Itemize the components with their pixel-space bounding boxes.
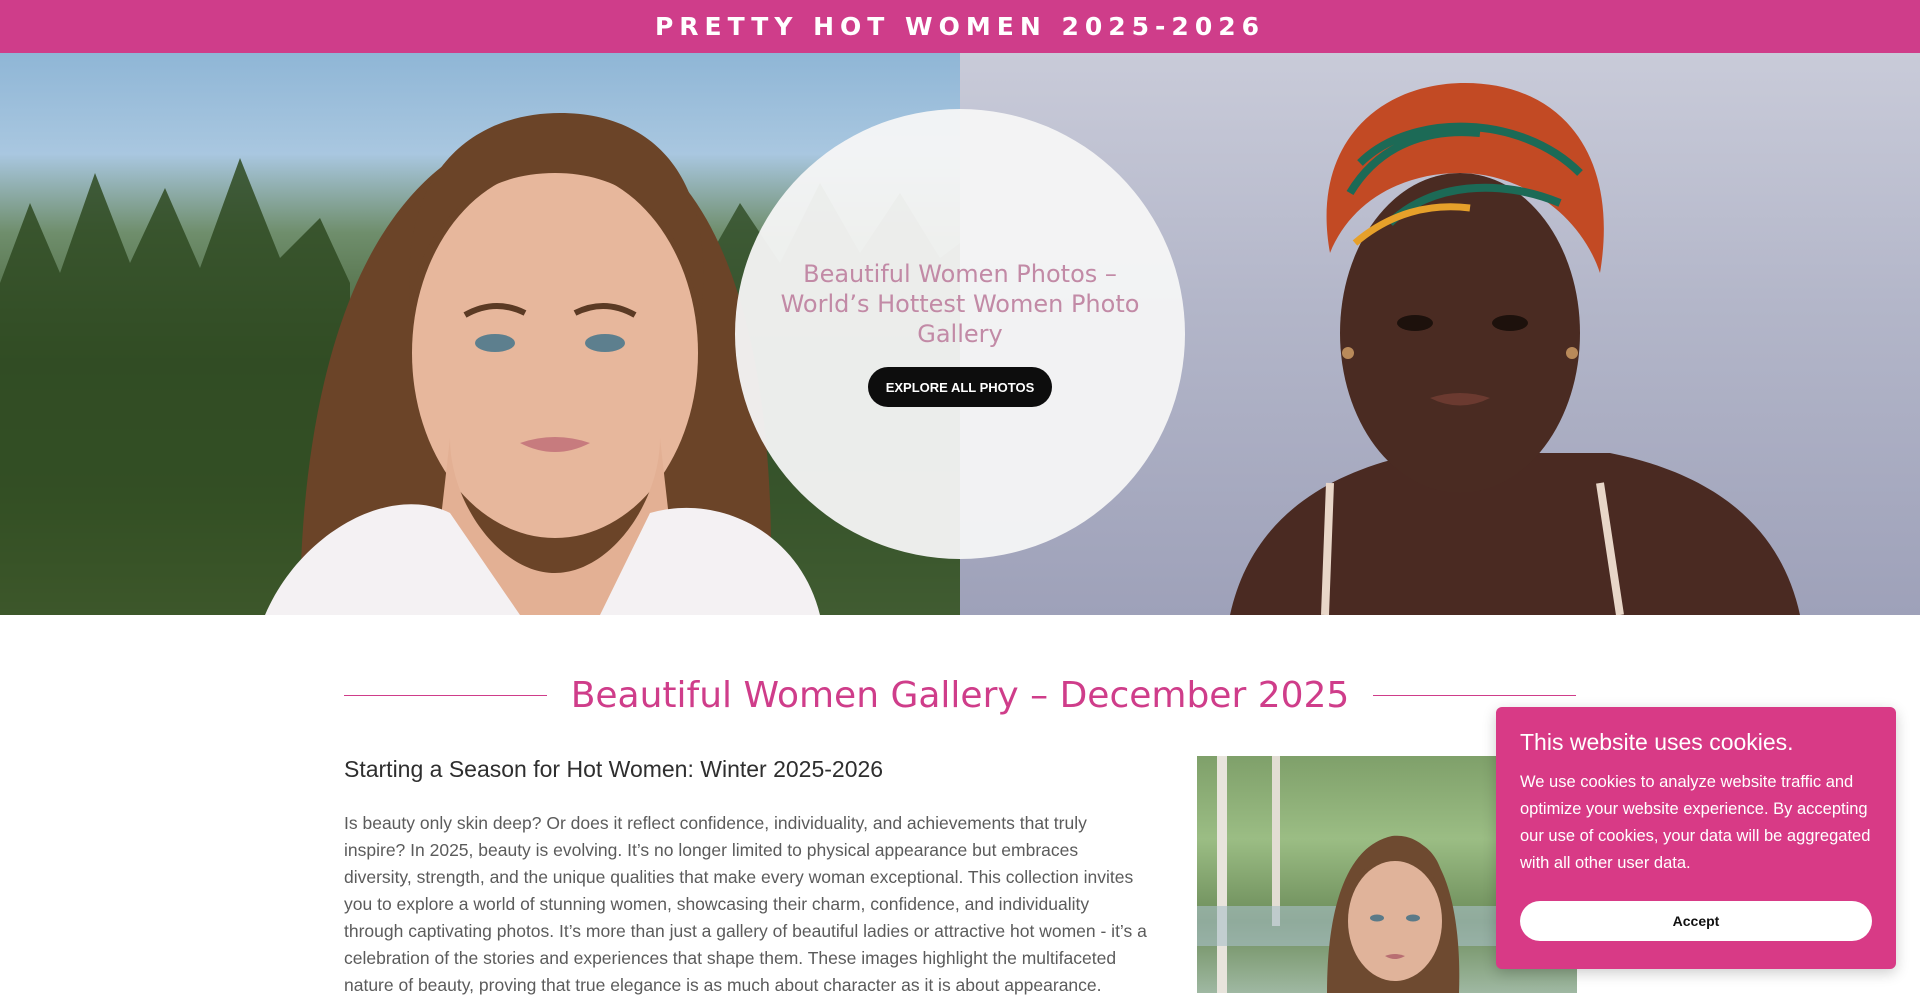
site-title[interactable]: PRETTY HOT WOMEN 2025-2026 — [655, 12, 1265, 41]
article-paragraph: Is beauty only skin deep? Or does it ref… — [344, 813, 1147, 995]
hero-heading: Beautiful Women Photos – World’s Hottest… — [780, 260, 1140, 348]
hero-banner: Beautiful Women Photos – World’s Hottest… — [0, 53, 1920, 615]
site-header: PRETTY HOT WOMEN 2025-2026 — [0, 0, 1920, 53]
cookie-description: We use cookies to analyze website traffi… — [1520, 773, 1871, 872]
explore-all-photos-button[interactable]: EXPLORE ALL PHOTOS — [868, 367, 1052, 407]
accept-cookies-button[interactable]: Accept — [1520, 901, 1872, 941]
cookie-title: This website uses cookies. — [1520, 729, 1794, 755]
title-divider-left — [344, 694, 547, 696]
gallery-section-title: Beautiful Women Gallery – December 2025 — [570, 674, 1350, 716]
cookie-banner: This website uses cookies. We use cookie… — [1496, 707, 1896, 969]
title-divider-right — [1373, 694, 1577, 696]
article-subheading: Starting a Season for Hot Women: Winter … — [344, 756, 884, 782]
section-title-row: Beautiful Women Gallery – December 2025 — [344, 670, 1577, 720]
